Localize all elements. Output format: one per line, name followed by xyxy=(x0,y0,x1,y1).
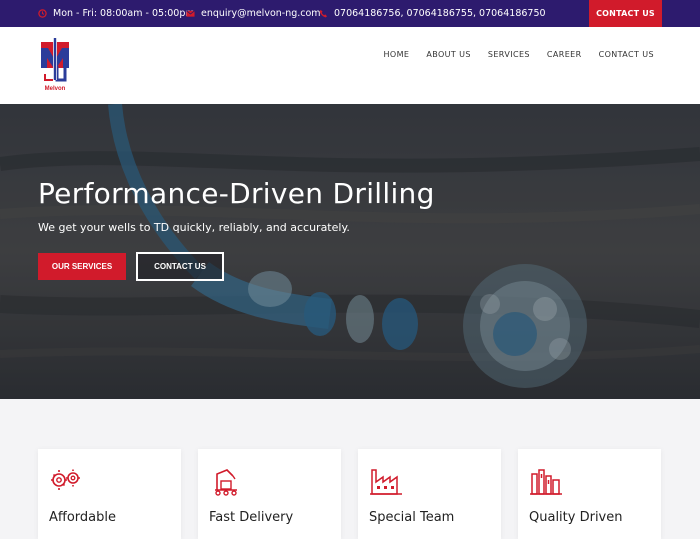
nav-services[interactable]: SERVICES xyxy=(488,50,530,59)
hours-text: Mon - Fri: 08:00am - 05:00pm xyxy=(53,8,195,19)
site-header: Melvon HOME ABOUT US SERVICES CAREER CON… xyxy=(0,27,700,104)
gears-icon xyxy=(51,469,80,490)
hero-section: Performance-Driven Drilling We get your … xyxy=(0,104,700,399)
top-info-bar: Mon - Fri: 08:00am - 05:00pm enquiry@mel… xyxy=(0,0,700,27)
nav-home[interactable]: HOME xyxy=(383,50,409,59)
feature-title: Special Team xyxy=(369,510,455,525)
our-services-button[interactable]: OUR SERVICES xyxy=(38,253,126,280)
email-info[interactable]: enquiry@melvon-ng.com xyxy=(186,0,321,27)
features-section: Affordable Fast Delivery Special Team Qu… xyxy=(0,399,700,539)
melvon-logo[interactable]: Melvon xyxy=(39,36,71,96)
hero-contact-button[interactable]: CONTACT US xyxy=(136,252,224,281)
envelope-icon xyxy=(186,10,195,17)
nav-about-us[interactable]: ABOUT US xyxy=(426,50,471,59)
refinery-icon xyxy=(530,469,562,495)
nav-contact-us[interactable]: CONTACT US xyxy=(599,50,654,59)
feature-card-quality-driven: Quality Driven xyxy=(518,449,661,539)
feature-title: Affordable xyxy=(49,510,116,525)
feature-card-special-team: Special Team xyxy=(358,449,501,539)
clock-icon xyxy=(38,9,47,18)
feature-card-fast-delivery: Fast Delivery xyxy=(198,449,341,539)
phone-icon xyxy=(319,9,328,18)
feature-title: Quality Driven xyxy=(529,510,623,525)
feature-title: Fast Delivery xyxy=(209,510,294,525)
logo-text: Melvon xyxy=(44,86,66,92)
hero-subtitle: We get your wells to TD quickly, reliabl… xyxy=(38,221,350,234)
topbar-contact-button[interactable]: CONTACT US xyxy=(589,0,662,27)
main-nav: HOME ABOUT US SERVICES CAREER CONTACT US xyxy=(383,27,654,81)
factory-icon xyxy=(370,469,402,495)
drill-bit-background-image xyxy=(0,104,700,399)
feature-card-affordable: Affordable xyxy=(38,449,181,539)
phone-numbers[interactable]: 07064186756, 07064186755, 07064186750 xyxy=(334,8,546,19)
conveyor-robot-icon xyxy=(215,469,237,496)
phone-info[interactable]: 07064186756, 07064186755, 07064186750 xyxy=(319,0,546,27)
email-link[interactable]: enquiry@melvon-ng.com xyxy=(201,8,321,19)
hero-title: Performance-Driven Drilling xyxy=(38,177,435,210)
nav-career[interactable]: CAREER xyxy=(547,50,582,59)
hours-info: Mon - Fri: 08:00am - 05:00pm xyxy=(38,0,195,27)
